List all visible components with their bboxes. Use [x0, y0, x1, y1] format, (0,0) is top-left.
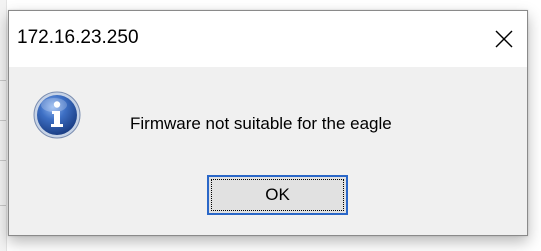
background-divider — [0, 160, 6, 161]
dialog-body: Firmware not suitable for the eagle OK — [9, 67, 527, 235]
ok-button-label: OK — [265, 185, 290, 204]
background-divider — [0, 120, 6, 121]
message-dialog: 172.16.23.250 Firmware not suitable for … — [8, 10, 528, 236]
info-icon — [33, 91, 81, 139]
close-icon — [495, 30, 513, 48]
background-window-edge — [0, 0, 7, 251]
ok-button[interactable]: OK — [207, 175, 348, 215]
message-text: Firmware not suitable for the eagle — [130, 114, 392, 133]
close-button[interactable] — [481, 11, 527, 67]
window-title: 172.16.23.250 — [17, 27, 139, 48]
title-bar[interactable]: 172.16.23.250 — [9, 11, 527, 67]
background-divider — [0, 205, 6, 206]
background-divider — [0, 80, 6, 81]
